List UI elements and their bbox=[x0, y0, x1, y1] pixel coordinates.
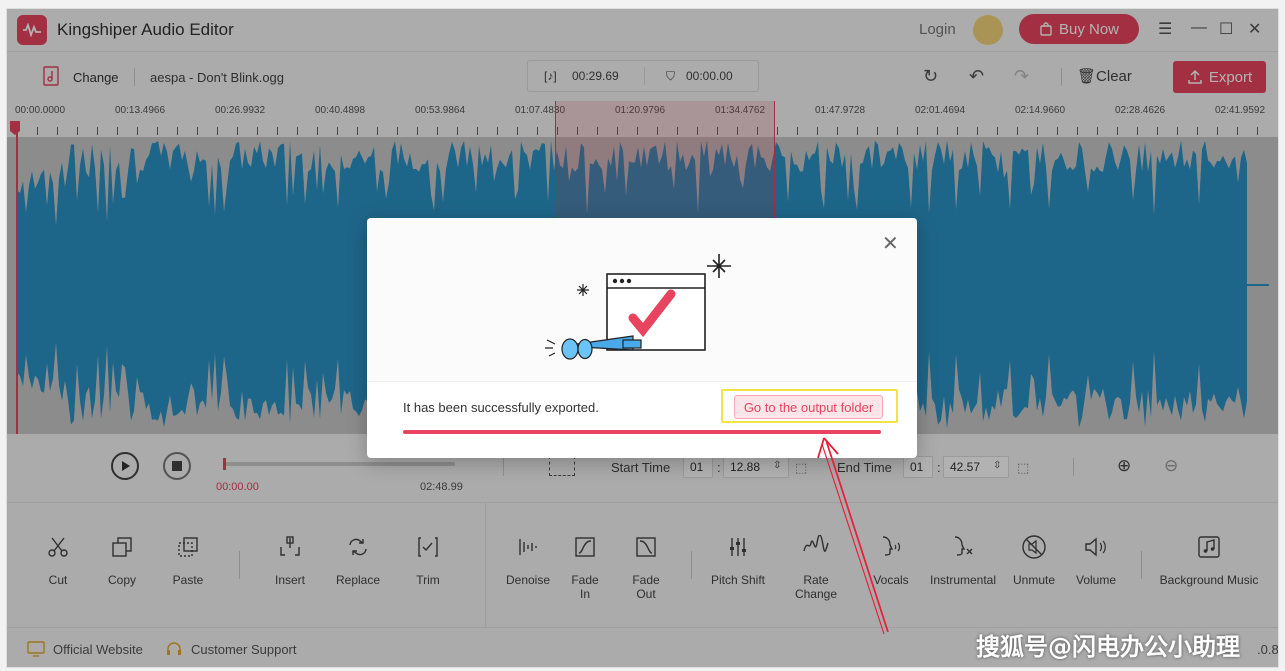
annotation-arrow bbox=[817, 437, 889, 635]
watermark: 搜狐号@闪电办公小助理 bbox=[976, 633, 1240, 661]
